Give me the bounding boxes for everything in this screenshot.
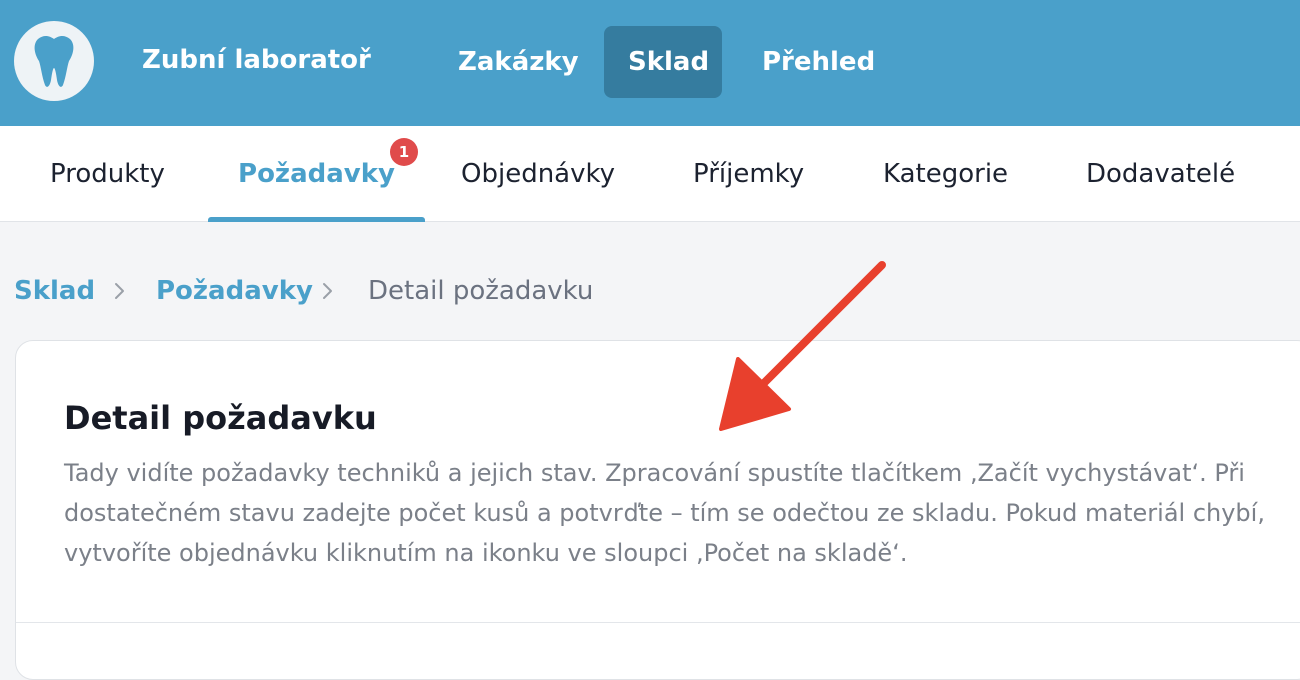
tooth-icon: [34, 35, 74, 87]
breadcrumb-current: Detail požadavku: [368, 276, 594, 306]
chevron-right-icon: [115, 283, 124, 299]
app-title: Zubní laboratoř: [142, 45, 371, 75]
topnav-item-sklad[interactable]: Sklad: [604, 26, 722, 98]
notification-badge: 1: [390, 138, 418, 166]
topnav-item-zakazky[interactable]: Zakázky: [434, 26, 603, 98]
breadcrumb-link-sklad[interactable]: Sklad: [14, 274, 95, 308]
tab-prijemky[interactable]: Příjemky: [693, 126, 804, 222]
breadcrumb-link-pozadavky[interactable]: Požadavky: [156, 274, 313, 308]
tab-kategorie[interactable]: Kategorie: [883, 126, 1008, 222]
tab-dodavatele[interactable]: Dodavatelé: [1086, 126, 1235, 222]
tab-objednavky[interactable]: Objednávky: [461, 126, 615, 222]
top-bar: Zubní laboratoř Zakázky Sklad Přehled: [0, 0, 1300, 126]
card-title: Detail požadavku: [64, 399, 377, 437]
tab-produkty[interactable]: Produkty: [50, 126, 165, 222]
card-description: Tady vidíte požadavky techniků a jejich …: [64, 459, 1265, 567]
logo[interactable]: [14, 21, 94, 101]
tab-pozadavky[interactable]: Požadavky: [208, 126, 425, 222]
topnav-item-prehled[interactable]: Přehled: [738, 26, 899, 98]
card-divider: [16, 622, 1300, 623]
sub-nav: Produkty Požadavky Objednávky Příjemky K…: [0, 126, 1300, 222]
chevron-right-icon: [323, 283, 332, 299]
active-tab-indicator: [208, 217, 425, 222]
